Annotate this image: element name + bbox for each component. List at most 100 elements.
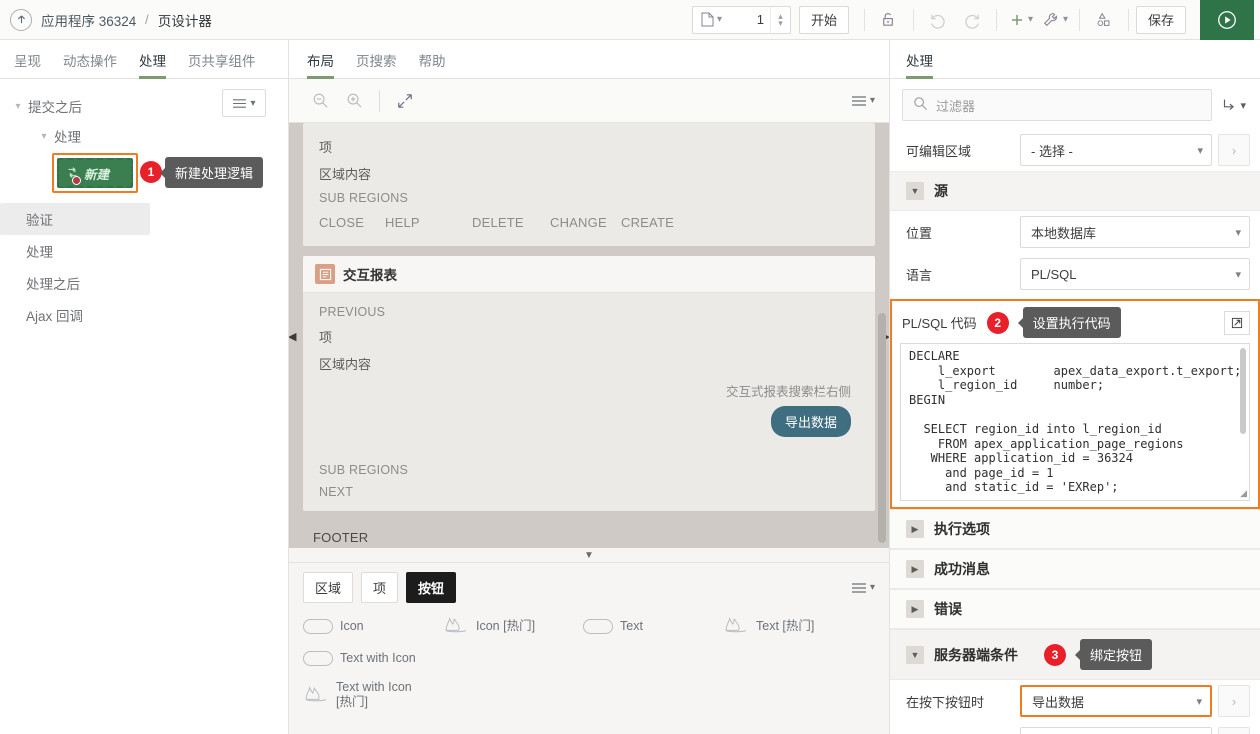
gallery-item-text[interactable]: Text <box>583 616 723 637</box>
when-button-pressed-select[interactable]: 导出数据 ▾ <box>1020 685 1212 717</box>
layout-menu-button[interactable]: ▾ <box>851 95 875 107</box>
editable-region-goto-button[interactable]: › <box>1218 134 1250 166</box>
start-button[interactable]: 开始 <box>798 5 849 34</box>
popout-icon[interactable] <box>1224 310 1250 335</box>
chevron-down-icon: ▾ <box>1240 99 1246 112</box>
condition-type-select[interactable]: - 选择 - ▾ <box>1020 727 1212 734</box>
editable-region-select[interactable]: - 选择 - ▾ <box>1020 134 1212 166</box>
chevron-right-icon[interactable]: ▶ <box>906 560 924 578</box>
chevron-right-icon[interactable]: ▶ <box>906 520 924 538</box>
layout-region-top[interactable]: 项 区域内容 SUB REGIONS CLOSE HELP DELETE CHA… <box>303 123 875 246</box>
collapse-left-icon[interactable]: ◀ <box>289 330 296 343</box>
chevron-right-icon[interactable]: ▶ <box>906 600 924 618</box>
page-layout-canvas[interactable]: ◀ ▶ 项 区域内容 SUB REGIONS CLOSE HELP DELETE… <box>289 123 889 548</box>
arrow-up-icon[interactable] <box>10 8 32 31</box>
toolbar-divider <box>379 89 380 112</box>
button-close[interactable]: CLOSE <box>319 215 385 230</box>
gallery-tab-buttons[interactable]: 按钮 <box>406 572 457 603</box>
canvas-collapse-toggle[interactable]: ▼ <box>289 548 889 562</box>
tree-item-validation[interactable]: 验证 <box>0 203 150 235</box>
region-header[interactable]: 交互报表 <box>303 256 875 293</box>
plsql-code-block[interactable]: PL/SQL 代码 2 设置执行代码 DECLARE l_export apex… <box>890 299 1260 509</box>
tree-item-after-processing[interactable]: 处理之后 <box>0 267 288 299</box>
button-help[interactable]: HELP <box>385 215 472 230</box>
tree-menu-button[interactable]: ▾ <box>222 89 266 117</box>
region-line-content[interactable]: 区域内容 <box>303 350 875 377</box>
undo-icon[interactable] <box>921 5 955 35</box>
tab-help[interactable]: 帮助 <box>419 50 446 78</box>
section-source[interactable]: ▼ 源 <box>890 171 1260 211</box>
page-selector[interactable]: ▾ 1 ▴ ▾ <box>691 5 791 34</box>
redo-icon[interactable] <box>955 5 989 35</box>
breadcrumb-app-link[interactable]: 应用程序 36324 <box>41 10 136 30</box>
chevron-down-icon[interactable]: ▼ <box>906 645 924 664</box>
section-error[interactable]: ▶ 错误 <box>890 589 1260 629</box>
gallery-item-text-hot[interactable]: Text [热门] <box>723 616 863 637</box>
region-sub-regions-label[interactable]: SUB REGIONS <box>303 451 875 481</box>
gallery-tab-regions[interactable]: 区域 <box>303 572 354 603</box>
region-line-item[interactable]: 项 <box>303 133 875 160</box>
tree-node-label: 提交之后 <box>28 100 82 115</box>
language-select[interactable]: PL/SQL ▾ <box>1020 258 1250 290</box>
save-button[interactable]: 保存 <box>1135 5 1186 34</box>
resize-grip-icon[interactable]: ◢ <box>1240 488 1247 499</box>
tab-page-search[interactable]: 页搜索 <box>356 50 397 78</box>
zoom-in-icon[interactable] <box>337 86 371 116</box>
new-process-node-selection[interactable]: 新建 <box>52 153 138 193</box>
expand-icon[interactable] <box>388 86 422 116</box>
tab-rendering[interactable]: 呈现 <box>14 50 41 78</box>
tab-layout[interactable]: 布局 <box>307 50 334 79</box>
button-delete[interactable]: DELETE <box>472 215 550 230</box>
section-execution-options[interactable]: ▶ 执行选项 <box>890 509 1260 549</box>
gallery-item-text-with-icon[interactable]: Text with Icon <box>303 651 443 666</box>
canvas-scrollbar[interactable] <box>878 313 886 543</box>
tab-dynamic-actions[interactable]: 动态操作 <box>63 50 117 78</box>
gallery-item-text-with-icon-hot[interactable]: Text with Icon [热门] <box>303 680 875 710</box>
code-scrollbar[interactable] <box>1240 348 1246 434</box>
location-select[interactable]: 本地数据库 ▾ <box>1020 216 1250 248</box>
page-number-value[interactable]: 1 <box>726 12 770 27</box>
shapes-icon[interactable] <box>1087 5 1121 35</box>
wrench-icon[interactable]: ▾ <box>1038 5 1072 35</box>
footer-label[interactable]: FOOTER <box>313 525 865 548</box>
goto-arrow-button[interactable]: ▾ <box>1218 96 1248 114</box>
tab-page-shared-components[interactable]: 页共享组件 <box>188 50 256 78</box>
section-success-message[interactable]: ▶ 成功消息 <box>890 549 1260 589</box>
gallery-menu-button[interactable]: ▾ <box>851 582 875 594</box>
condition-type-list-button[interactable] <box>1218 727 1250 734</box>
plsql-code-editor[interactable]: DECLARE l_export apex_data_export.t_expo… <box>900 343 1250 501</box>
when-button-pressed-label: 在按下按钮时 <box>906 694 985 710</box>
page-number-stepper[interactable]: ▴ ▾ <box>769 6 790 33</box>
chevron-down-icon[interactable]: ▾ <box>8 101 28 112</box>
chevron-down-icon[interactable]: ▼ <box>906 182 924 200</box>
gallery-item-icon[interactable]: Icon <box>303 616 443 637</box>
chevron-down-icon[interactable]: ▾ <box>34 131 54 142</box>
gallery-tab-items[interactable]: 项 <box>361 572 399 603</box>
tree-item-processing[interactable]: 处理 <box>0 235 288 267</box>
page-icon[interactable]: ▾ <box>693 12 726 27</box>
tree-node-processing[interactable]: ▾ 处理 <box>0 121 288 151</box>
section-server-side-condition[interactable]: ▼ 服务器端条件 3 绑定按钮 <box>890 629 1260 680</box>
plsql-code-text[interactable]: DECLARE l_export apex_data_export.t_expo… <box>909 349 1241 495</box>
region-line-item[interactable]: 项 <box>303 323 875 350</box>
when-button-goto-button[interactable]: › <box>1218 685 1250 717</box>
new-process-node[interactable]: 新建 <box>57 158 133 188</box>
tree-item-ajax-callback[interactable]: Ajax 回调 <box>0 299 288 331</box>
export-data-button[interactable]: 导出数据 <box>770 406 851 437</box>
region-line-content[interactable]: 区域内容 <box>303 160 875 187</box>
tab-property-processing[interactable]: 处理 <box>906 50 933 79</box>
button-create[interactable]: CREATE <box>621 215 674 230</box>
tab-processing[interactable]: 处理 <box>139 50 166 79</box>
search-input[interactable]: 过滤器 <box>902 89 1213 121</box>
button-change[interactable]: CHANGE <box>550 215 621 230</box>
unlock-icon[interactable] <box>872 5 906 35</box>
layout-region-interactive-report[interactable]: 交互报表 PREVIOUS 项 区域内容 交互式报表搜索栏右侧 导出数据 SUB… <box>303 256 875 511</box>
region-sub-regions-label[interactable]: SUB REGIONS <box>303 187 875 209</box>
region-previous-label[interactable]: PREVIOUS <box>303 301 875 323</box>
zoom-out-icon[interactable] <box>303 86 337 116</box>
location-row: 位置 本地数据库 ▾ <box>890 211 1260 253</box>
run-play-icon[interactable] <box>1200 0 1254 40</box>
region-next-label[interactable]: NEXT <box>303 481 875 511</box>
plus-icon[interactable]: ▾ <box>1004 5 1038 35</box>
gallery-item-icon-hot[interactable]: Icon [热门] <box>443 616 583 637</box>
